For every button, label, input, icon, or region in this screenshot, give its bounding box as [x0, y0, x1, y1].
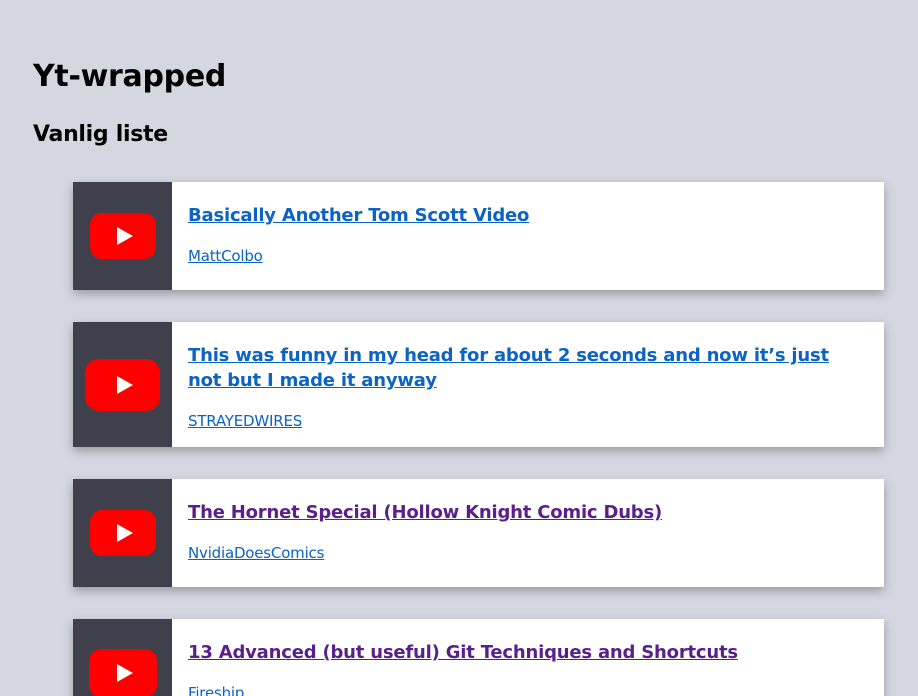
video-info: 13 Advanced (but useful) Git Techniques … — [172, 619, 884, 696]
youtube-play-icon — [89, 213, 156, 259]
video-title-link[interactable]: Basically Another Tom Scott Video — [188, 203, 844, 228]
video-thumbnail[interactable] — [73, 322, 172, 447]
page: Yt-wrapped Vanlig liste Basically Anothe… — [0, 0, 918, 696]
page-title: Yt-wrapped — [33, 59, 227, 94]
channel-link[interactable]: MattColbo — [188, 246, 263, 266]
video-card: The Hornet Special (Hollow Knight Comic … — [73, 479, 884, 587]
video-thumbnail[interactable] — [73, 619, 172, 696]
video-card: 13 Advanced (but useful) Git Techniques … — [73, 619, 884, 696]
youtube-play-icon — [88, 649, 157, 696]
video-title-link[interactable]: 13 Advanced (but useful) Git Techniques … — [188, 640, 844, 665]
video-card: Basically Another Tom Scott Video MattCo… — [73, 182, 884, 290]
youtube-play-icon — [85, 358, 160, 411]
channel-link[interactable]: Fireship — [188, 683, 244, 696]
channel-link[interactable]: NvidiaDoesComics — [188, 543, 324, 563]
video-info: The Hornet Special (Hollow Knight Comic … — [172, 479, 884, 587]
video-card: This was funny in my head for about 2 se… — [73, 322, 884, 447]
video-title-link[interactable]: The Hornet Special (Hollow Knight Comic … — [188, 500, 844, 525]
video-info: This was funny in my head for about 2 se… — [172, 322, 884, 447]
video-thumbnail[interactable] — [73, 479, 172, 587]
video-title-link[interactable]: This was funny in my head for about 2 se… — [188, 343, 844, 393]
list-heading: Vanlig liste — [33, 122, 168, 147]
youtube-play-icon — [89, 510, 156, 556]
video-info: Basically Another Tom Scott Video MattCo… — [172, 182, 884, 290]
video-thumbnail[interactable] — [73, 182, 172, 290]
channel-link[interactable]: STRAYEDWIRES — [188, 411, 302, 431]
